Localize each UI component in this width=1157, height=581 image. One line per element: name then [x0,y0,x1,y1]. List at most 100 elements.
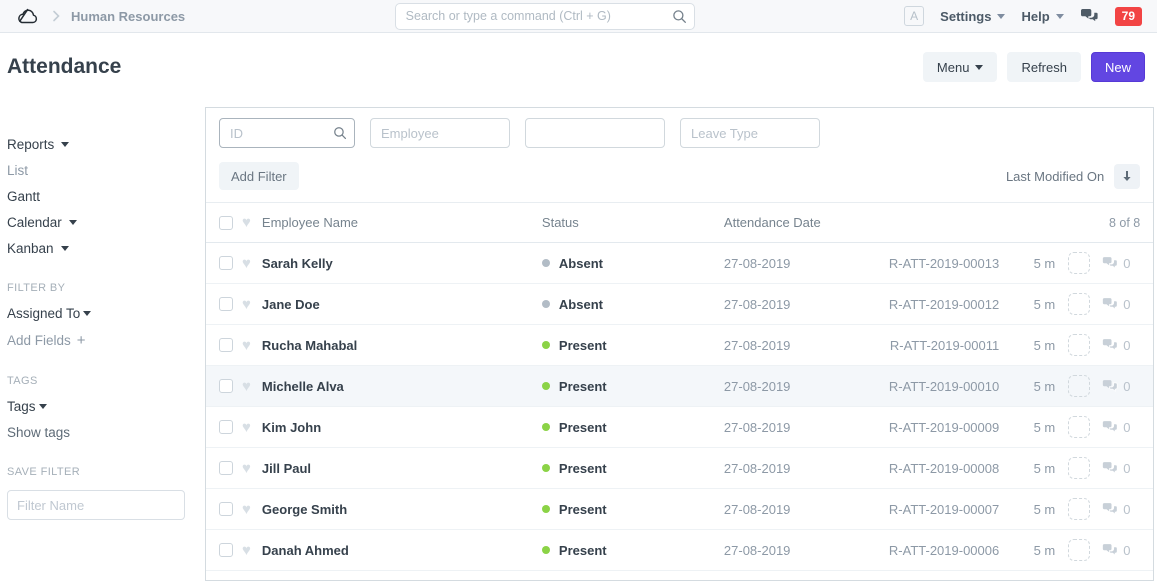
leave-type-filter-input[interactable] [680,118,820,148]
list-rows: ♥ Sarah Kelly Absent 27-08-2019 R-ATT-20… [206,243,1153,571]
table-row[interactable]: ♥ Michelle Alva Present 27-08-2019 R-ATT… [206,366,1153,407]
help-menu[interactable]: Help [1021,9,1063,24]
comment-count: 0 [1102,543,1140,558]
like-icon[interactable]: ♥ [242,338,251,353]
menu-button[interactable]: Menu [923,52,998,82]
assignee-avatar-placeholder[interactable] [1068,498,1090,520]
table-row[interactable]: ♥ Sarah Kelly Absent 27-08-2019 R-ATT-20… [206,243,1153,284]
row-checkbox[interactable] [219,543,233,557]
chat-icon[interactable] [1080,8,1099,24]
breadcrumb[interactable]: Human Resources [71,9,185,24]
assignee-avatar-placeholder[interactable] [1068,252,1090,274]
employee-name[interactable]: Jill Paul [262,461,542,476]
employee-name[interactable]: Jane Doe [262,297,542,312]
status-dot [542,505,550,513]
assignee-avatar-placeholder[interactable] [1068,416,1090,438]
table-row[interactable]: ♥ Jill Paul Present 27-08-2019 R-ATT-201… [206,448,1153,489]
select-all-checkbox[interactable] [219,216,233,230]
status-cell: Present [542,502,724,517]
row-checkbox[interactable] [219,502,233,516]
comment-count: 0 [1102,420,1140,435]
help-label: Help [1021,9,1049,24]
status-label: Present [559,338,607,353]
assignee-avatar-placeholder[interactable] [1068,457,1090,479]
notification-badge[interactable]: 79 [1115,7,1142,26]
like-icon[interactable]: ♥ [242,297,251,312]
table-row[interactable]: ♥ Jane Doe Absent 27-08-2019 R-ATT-2019-… [206,284,1153,325]
status-cell: Present [542,338,724,353]
assignee-avatar-placeholder[interactable] [1068,539,1090,561]
sidebar-item-label: List [7,163,28,178]
assignee-avatar-placeholder[interactable] [1068,293,1090,315]
comment-count-value: 0 [1123,461,1130,476]
user-avatar[interactable]: A [904,6,924,26]
chevron-down-icon [1056,14,1064,19]
settings-label: Settings [940,9,991,24]
like-icon[interactable]: ♥ [242,379,251,394]
table-row[interactable]: ♥ Danah Ahmed Present 27-08-2019 R-ATT-2… [206,530,1153,571]
app-logo-icon[interactable] [15,5,41,27]
table-row[interactable]: ♥ Rucha Mahabal Present 27-08-2019 R-ATT… [206,325,1153,366]
new-label: New [1105,60,1131,75]
comment-icon [1102,379,1118,393]
comment-count: 0 [1102,338,1140,353]
status-label: Absent [559,256,603,271]
filter-name-input[interactable] [7,490,185,520]
like-icon[interactable]: ♥ [242,502,251,517]
employee-name[interactable]: Kim John [262,420,542,435]
modified-ago: 5 m [1021,420,1055,435]
sort-direction-button[interactable] [1114,164,1140,189]
global-search-input[interactable] [395,3,695,30]
list-sidebar: Reports List Gantt Calendar Kanban FILTE… [0,107,205,520]
row-checkbox[interactable] [219,256,233,270]
table-row[interactable]: ♥ Kim John Present 27-08-2019 R-ATT-2019… [206,407,1153,448]
like-filter-icon[interactable]: ♥ [242,215,251,230]
status-dot [542,423,550,431]
record-id: R-ATT-2019-00013 [889,256,1021,271]
sidebar-item-gantt[interactable]: Gantt [7,189,190,204]
like-icon[interactable]: ♥ [242,420,251,435]
refresh-button[interactable]: Refresh [1007,52,1081,82]
modified-ago: 5 m [1021,338,1055,353]
sidebar-item-calendar[interactable]: Calendar [7,215,190,230]
status-filter-input[interactable] [525,118,665,148]
settings-menu[interactable]: Settings [940,9,1005,24]
like-icon[interactable]: ♥ [242,461,251,476]
employee-name[interactable]: George Smith [262,502,542,517]
status-cell: Present [542,461,724,476]
like-icon[interactable]: ♥ [242,543,251,558]
table-row[interactable]: ♥ George Smith Present 27-08-2019 R-ATT-… [206,489,1153,530]
status-dot [542,464,550,472]
assigned-to-filter[interactable]: Assigned To [7,306,190,321]
attendance-date: 27-08-2019 [724,420,889,435]
add-fields-button[interactable]: Add Fields + [7,332,190,349]
sidebar-item-list[interactable]: List [7,163,190,178]
assignee-avatar-placeholder[interactable] [1068,375,1090,397]
employee-filter-input[interactable] [370,118,510,148]
row-checkbox[interactable] [219,461,233,475]
row-checkbox[interactable] [219,420,233,434]
row-checkbox[interactable] [219,297,233,311]
status-dot [542,259,550,267]
assignee-avatar-placeholder[interactable] [1068,334,1090,356]
show-tags-toggle[interactable]: Show tags [7,425,190,440]
modified-ago: 5 m [1021,502,1055,517]
record-count[interactable]: 8 of 8 [889,216,1140,230]
add-filter-button[interactable]: Add Filter [219,162,299,190]
record-id: R-ATT-2019-00008 [889,461,1021,476]
employee-name[interactable]: Sarah Kelly [262,256,542,271]
sidebar-item-reports[interactable]: Reports [7,137,190,152]
tags-filter[interactable]: Tags [7,399,190,414]
row-checkbox[interactable] [219,379,233,393]
sort-field-label[interactable]: Last Modified On [1006,169,1104,184]
like-icon[interactable]: ♥ [242,256,251,271]
page-head: Attendance Menu Refresh New [0,33,1157,107]
new-button[interactable]: New [1091,52,1145,82]
employee-name[interactable]: Rucha Mahabal [262,338,542,353]
employee-name[interactable]: Michelle Alva [262,379,542,394]
status-dot [542,300,550,308]
employee-name[interactable]: Danah Ahmed [262,543,542,558]
sidebar-item-kanban[interactable]: Kanban [7,241,190,256]
row-checkbox[interactable] [219,338,233,352]
modified-ago: 5 m [1021,297,1055,312]
